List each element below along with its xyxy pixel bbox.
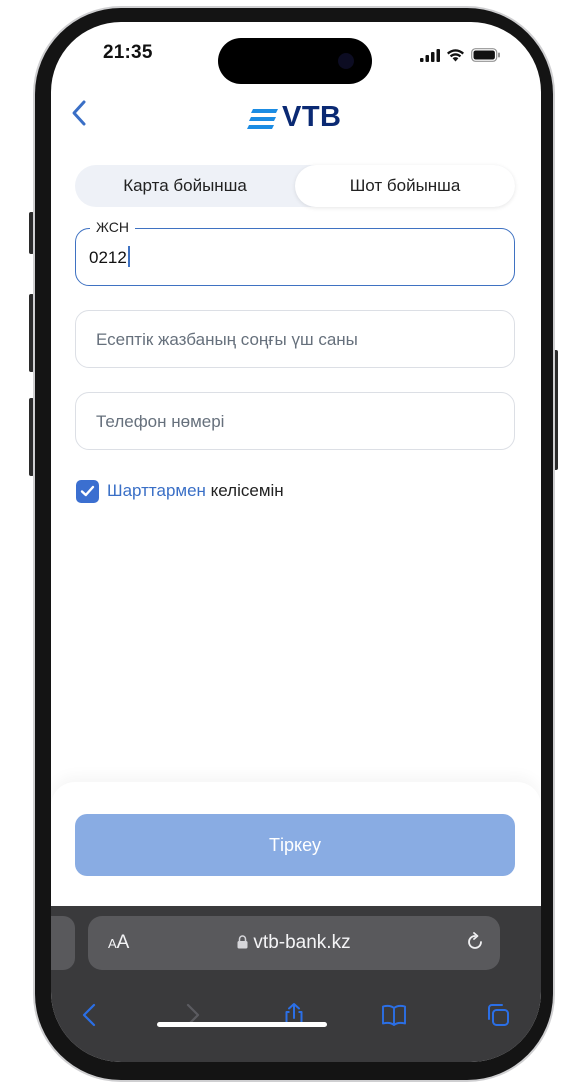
reload-icon[interactable] bbox=[464, 931, 486, 953]
iin-field-value-wrap: 0212 bbox=[89, 246, 130, 268]
bookmarks-icon[interactable] bbox=[381, 1002, 407, 1028]
url-text: vtb-bank.kz bbox=[253, 932, 351, 953]
tabs-icon[interactable] bbox=[485, 1002, 511, 1028]
url-display: vtb-bank.kz bbox=[88, 932, 500, 954]
account-digits-field[interactable]: Есептік жазбаның соңғы үш саны bbox=[75, 310, 515, 368]
tab-by-card[interactable]: Карта бойынша bbox=[75, 165, 295, 207]
iin-field-label: ЖСН bbox=[90, 219, 135, 235]
address-bar[interactable]: AA vtb-bank.kz bbox=[88, 916, 500, 970]
home-indicator bbox=[157, 1022, 327, 1027]
iin-field-value: 0212 bbox=[89, 248, 127, 267]
safari-toolbar: AA vtb-bank.kz bbox=[51, 906, 541, 1062]
phone-screen: 21:35 VTB Карта бойынша Шот бойынша ЖСН … bbox=[51, 22, 541, 1062]
agreement-text: келісемін bbox=[205, 481, 284, 500]
back-button[interactable] bbox=[68, 98, 92, 128]
iin-field[interactable]: ЖСН 0212 bbox=[75, 219, 515, 286]
lock-icon bbox=[237, 935, 248, 949]
camera-icon bbox=[338, 53, 354, 69]
tab-by-account[interactable]: Шот бойынша bbox=[295, 165, 515, 207]
chevron-left-icon bbox=[72, 100, 86, 126]
previous-tab-edge[interactable] bbox=[51, 916, 75, 970]
status-icons bbox=[420, 48, 501, 62]
vtb-logo: VTB bbox=[247, 92, 342, 132]
signal-icon bbox=[420, 48, 440, 62]
text-caret bbox=[127, 246, 130, 267]
register-button[interactable]: Тіркеу bbox=[75, 814, 515, 876]
vtb-logo-stripes-icon bbox=[247, 109, 278, 129]
nav-back-icon[interactable] bbox=[77, 1002, 103, 1028]
wifi-icon bbox=[447, 49, 464, 62]
checkmark-icon bbox=[80, 485, 95, 497]
battery-icon bbox=[471, 48, 500, 62]
agreement-checkbox[interactable] bbox=[76, 479, 99, 503]
status-time: 21:35 bbox=[103, 42, 153, 63]
phone-number-field[interactable]: Телефон нөмері bbox=[75, 392, 515, 450]
terms-link[interactable]: Шарттармен bbox=[107, 481, 206, 501]
mode-segmented-control: Карта бойынша Шот бойынша bbox=[75, 165, 515, 207]
account-digits-placeholder: Есептік жазбаның соңғы үш саны bbox=[96, 330, 358, 349]
dynamic-island bbox=[218, 38, 372, 84]
logo-text: VTB bbox=[282, 101, 342, 133]
phone-number-placeholder: Телефон нөмері bbox=[96, 412, 225, 431]
agreement-row: Шарттармен келісемін bbox=[76, 478, 284, 504]
